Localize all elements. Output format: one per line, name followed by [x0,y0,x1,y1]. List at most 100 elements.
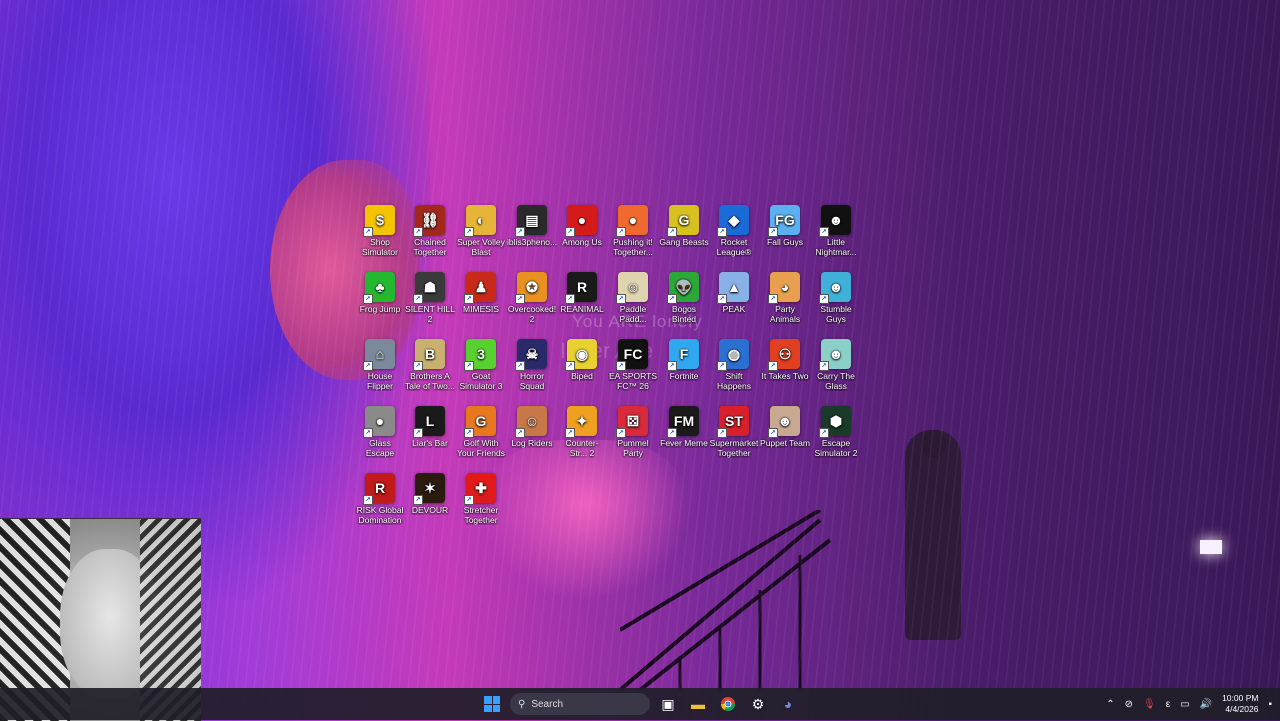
desktop-icon[interactable]: ⬢ ↗ Escape Simulator 2 [811,406,861,458]
desktop-icon[interactable]: ● ↗ Glass Escape [355,406,405,458]
language-indicator[interactable]: ε [1166,699,1170,710]
task-view-icon[interactable]: ▣ [656,692,680,716]
desktop-icon[interactable]: FC ↗ EA SPORTS FC™ 26 [608,339,658,391]
desktop-icon-label: Frog Jump [359,304,401,314]
desktop-icon[interactable]: FG ↗ Fall Guys [760,205,810,247]
desktop-icon[interactable]: 3 ↗ Goat Simulator 3 [456,339,506,391]
desktop-icon[interactable]: B ↗ Brothers A Tale of Two... [405,339,455,391]
shortcut-arrow-icon: ↗ [464,495,474,505]
desktop-icon[interactable]: ✦ ↗ Counter-Str... 2 [557,406,607,458]
shortcut-arrow-icon: ↗ [413,361,423,371]
shortcut-arrow-icon: ↗ [717,294,727,304]
desktop-icon[interactable]: G ↗ Gang Beasts [659,205,709,247]
log-riders-icon: ☺ ↗ [515,406,547,438]
shortcut-arrow-icon: ↗ [413,428,423,438]
shortcut-arrow-icon: ↗ [515,428,525,438]
chrome-icon[interactable] [716,692,740,716]
desktop-icon[interactable]: ● ↗ Pushing it! Together... [608,205,658,257]
shortcut-arrow-icon: ↗ [819,361,829,371]
shortcut-arrow-icon: ↗ [717,361,727,371]
desktop-icon-label: Shop Simulator [362,237,398,257]
chain-icon: ⛓ ↗ [413,205,445,237]
desktop-icon-label: Party Animals [769,304,801,324]
desktop-icon-label: Pummel Party [617,438,649,458]
desktop-icon[interactable]: ST ↗ Supermarket Together [709,406,759,458]
desktop-icon[interactable]: ◍ ↗ Shift Happens [709,339,759,391]
shortcut-arrow-icon: ↗ [819,428,829,438]
rocket-league-icon: ◆ ↗ [717,205,749,237]
desktop-icon-label: Fever Meme [660,438,708,448]
desktop-icon-label: Brothers A Tale of Two... [405,371,455,391]
desktop-icon[interactable]: ● ↗ Among Us [557,205,607,247]
shortcut-arrow-icon: ↗ [464,294,474,304]
desktop-icon[interactable]: 👽 ↗ Bogos Binted [659,272,709,324]
notification-icon[interactable]: ▪ [1268,699,1272,710]
desktop-icon[interactable]: ☺ ↗ Log Riders [507,406,557,448]
glass-icon: ☻ ↗ [819,339,851,371]
desktop-icon[interactable]: ⚄ ↗ Pummel Party [608,406,658,458]
desktop-icon[interactable]: ✚ ↗ Stretcher Together [456,473,506,525]
discord-icon[interactable]: ◕ [776,692,800,716]
shortcut-arrow-icon: ↗ [616,428,626,438]
desktop-icon-label: SILENT HILL 2 [405,304,455,324]
desktop-icon[interactable]: ⚇ ↗ It Takes Two [760,339,810,381]
desktop-icon[interactable]: FM ↗ Fever Meme [659,406,709,448]
desktop-icon[interactable]: ☻ ↗ Carry The Glass [811,339,861,391]
desktop-icon[interactable]: L ↗ Liar's Bar [405,406,455,448]
shortcut-arrow-icon: ↗ [768,294,778,304]
desktop-icon[interactable]: ☗ ↗ SILENT HILL 2 [405,272,455,324]
desktop-icon[interactable]: ☠ ↗ Horror Squad [507,339,557,391]
desktop-icon[interactable]: G ↗ Golf With Your Friends [456,406,506,458]
desktop-icon[interactable]: ◆ ↗ Rocket League® [709,205,759,257]
taskbar-search[interactable]: ⚲ Search [510,693,650,715]
desktop-icon[interactable]: ☺ ↗ Paddle Padd... [608,272,658,324]
desktop-icon[interactable]: ♟ ↗ MIMESIS [456,272,506,314]
desktop-icon[interactable]: ◕ ↗ Party Animals [760,272,810,324]
desktop-icon-label: Counter-Str... 2 [565,438,599,458]
desktop-icon[interactable]: ☻ ↗ Puppet Team [760,406,810,448]
desktop-icon[interactable]: ♣ ↗ Frog Jump [355,272,405,314]
desktop-icon[interactable]: ⌂ ↗ House Flipper [355,339,405,391]
shortcut-arrow-icon: ↗ [363,428,373,438]
desktop-icon[interactable]: ☻ ↗ Little Nightmar... [811,205,861,257]
desktop-icon[interactable]: ☻ ↗ Stumble Guys [811,272,861,324]
desktop-icon[interactable]: ⛓ ↗ Chained Together [405,205,455,257]
desktop-icon-label: Glass Escape [365,438,395,458]
file-explorer-icon[interactable]: ▬ [686,692,710,716]
shortcut-arrow-icon: ↗ [768,428,778,438]
desktop-icon[interactable]: ✪ ↗ Overcooked! 2 [507,272,557,324]
desktop-icon-label: Golf With Your Friends [457,438,505,458]
desktop-icon[interactable]: ◉ ↗ Biped [557,339,607,381]
desktop-icon-label: Pushing it! Together... [613,237,653,257]
desktop-icon[interactable]: ▤ ↗ iblis3pheno... [507,205,557,247]
desktop-icon[interactable]: F ↗ Fortnite [659,339,709,381]
desktop-icon[interactable]: ◐ ↗ Super Volley Blast [456,205,506,257]
start-button[interactable] [480,692,504,716]
clock[interactable]: 10:00 PM 4/4/2026 [1222,693,1258,715]
crewmate-icon: ● ↗ [565,205,597,237]
search-icon: ⚲ [518,698,526,710]
microphone-icon[interactable]: 🎙 [1143,699,1156,710]
devour-icon: ✶ ↗ [413,473,445,505]
desktop-icon[interactable]: ▲ ↗ PEAK [709,272,759,314]
paddle-icon: ☺ ↗ [616,272,648,304]
desktop-icon[interactable]: $ ↗ Shop Simulator [355,205,405,257]
steam-icon[interactable]: ⚙ [746,692,770,716]
desktop-icon[interactable]: R ↗ RISK Global Domination [355,473,405,525]
cs2-icon: ✦ ↗ [565,406,597,438]
desktop-icon[interactable]: ✶ ↗ DEVOUR [405,473,455,515]
reanimal-icon: R ↗ [565,272,597,304]
shortcut-arrow-icon: ↗ [363,361,373,371]
shortcut-arrow-icon: ↗ [565,294,575,304]
shortcut-arrow-icon: ↗ [464,428,474,438]
desktop-icon-label: EA SPORTS FC™ 26 [608,371,658,391]
chevron-up-icon[interactable]: ⌃ [1106,699,1114,710]
desktop-icon-label: Puppet Team [760,438,810,448]
desktop-icon[interactable]: R ↗ REANIMAL [557,272,607,314]
desktop-icon-label: Overcooked! 2 [507,304,557,324]
display-icon[interactable]: ▭ [1180,699,1189,710]
mimesis-icon: ♟ ↗ [464,272,496,304]
network-off-icon[interactable]: ⊘ [1125,699,1133,710]
volume-icon[interactable]: 🔊 [1200,699,1212,710]
search-placeholder: Search [531,698,564,710]
